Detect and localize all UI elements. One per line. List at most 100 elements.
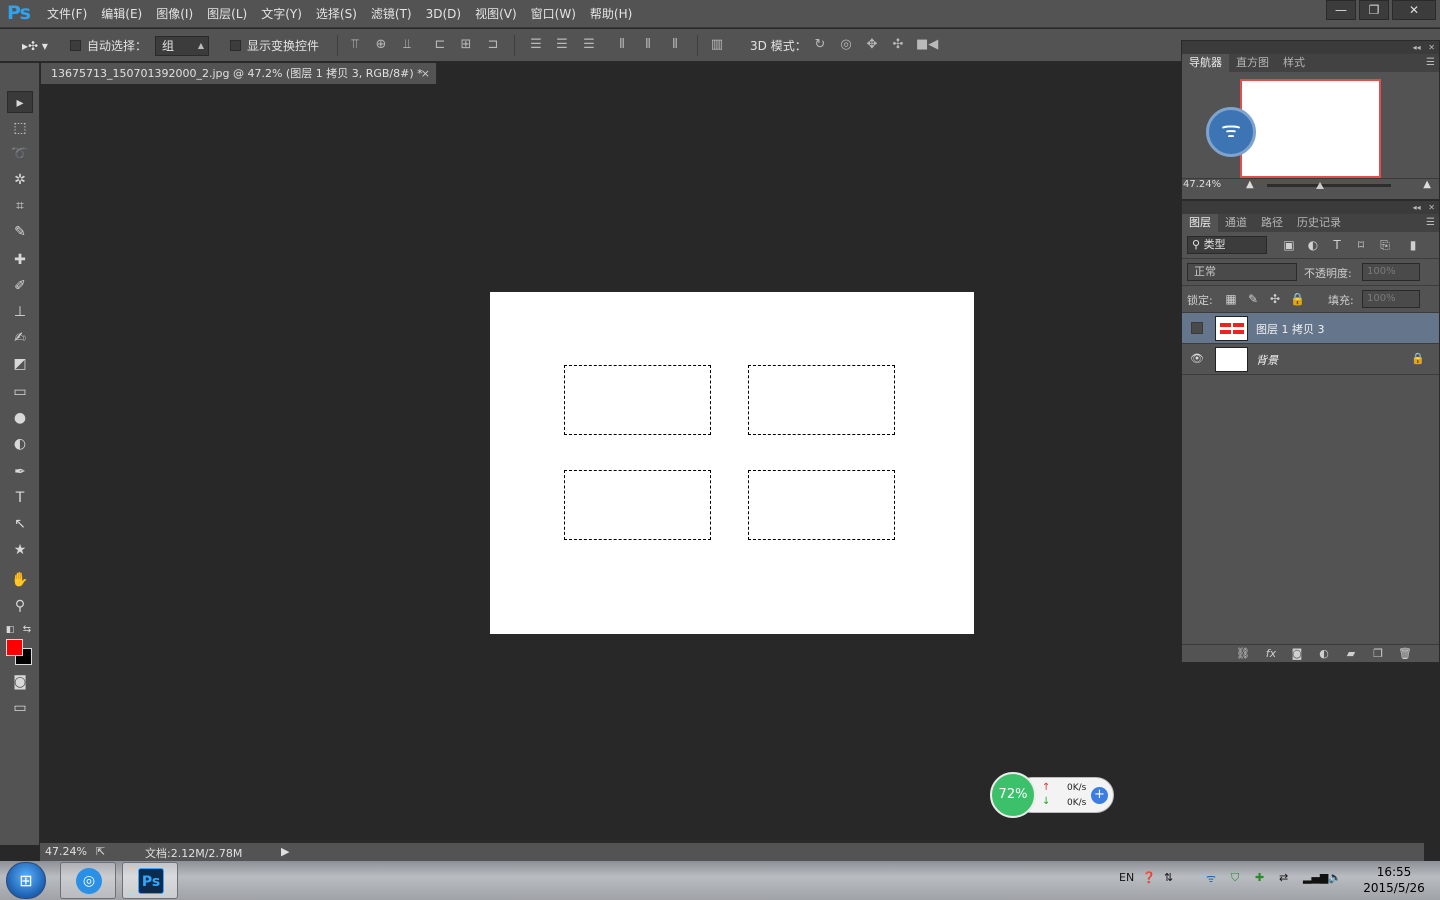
scale-3d-icon[interactable]: ■◀ bbox=[916, 37, 938, 53]
menu-file[interactable]: 文件(F) bbox=[40, 0, 94, 28]
align-right-icon[interactable]: ⊐ bbox=[485, 37, 501, 53]
tray-expand-icon[interactable]: ⇅ bbox=[1164, 871, 1173, 884]
zoom-tool-icon[interactable]: ⚲ bbox=[7, 595, 33, 617]
menu-window[interactable]: 窗口(W) bbox=[524, 0, 583, 28]
tab-channels[interactable]: 通道 bbox=[1218, 214, 1254, 232]
pen-tool-icon[interactable]: ✒ bbox=[7, 461, 33, 483]
network-tray-icon[interactable]: ⇄ bbox=[1279, 871, 1288, 884]
export-icon[interactable]: ⇱ bbox=[96, 845, 105, 858]
distribute-left-icon[interactable]: ⦀ bbox=[614, 37, 630, 53]
menu-filter[interactable]: 滤镜(T) bbox=[364, 0, 419, 28]
default-colors-icon[interactable]: ◧ bbox=[3, 619, 17, 641]
gradient-tool-icon[interactable]: ▭ bbox=[7, 381, 33, 403]
menu-help[interactable]: 帮助(H) bbox=[583, 0, 639, 28]
close-tab-icon[interactable]: × bbox=[421, 63, 430, 84]
minimize-button[interactable]: — bbox=[1326, 0, 1356, 20]
magic-wand-tool-icon[interactable]: ✲ bbox=[7, 169, 33, 191]
filter-adjustment-icon[interactable]: ◐ bbox=[1306, 238, 1320, 252]
layer-row[interactable]: 👁 背景 🔒 bbox=[1182, 344, 1439, 375]
wifi-tray-icon[interactable]: ᯤ bbox=[1206, 871, 1216, 886]
volume-icon[interactable]: 🔈 bbox=[1328, 871, 1342, 884]
healing-brush-tool-icon[interactable]: ✚ bbox=[7, 249, 33, 271]
delete-layer-icon[interactable]: 🗑 bbox=[1398, 647, 1412, 661]
distribute-vcenter-icon[interactable]: ☰ bbox=[554, 37, 570, 53]
navigator-thumbnail[interactable] bbox=[1240, 79, 1381, 178]
language-indicator[interactable]: EN bbox=[1119, 871, 1134, 884]
move-tool-icon[interactable]: ▸ bbox=[7, 91, 33, 113]
status-menu-arrow-icon[interactable]: ▶ bbox=[281, 845, 289, 858]
network-monitor-widget[interactable]: 72% ↑ ↓ 0K/s 0K/s + bbox=[990, 772, 1116, 818]
lasso-tool-icon[interactable]: ➰ bbox=[7, 143, 33, 165]
signal-icon[interactable]: ▂▄▆ bbox=[1303, 871, 1328, 884]
eraser-tool-icon[interactable]: ◩ bbox=[7, 353, 33, 375]
eye-icon[interactable]: 👁 bbox=[1190, 353, 1204, 365]
auto-select-dropdown[interactable]: 组 ▲ bbox=[155, 35, 210, 56]
screen-mode-icon[interactable]: ▭ bbox=[7, 697, 33, 719]
tab-styles[interactable]: 样式 bbox=[1276, 54, 1312, 72]
panel-collapse-bar[interactable]: ◂◂ ✕ bbox=[1182, 201, 1439, 214]
zoom-in-icon[interactable]: ▲ bbox=[1423, 179, 1431, 190]
filter-smart-object-icon[interactable]: ⎘ bbox=[1378, 238, 1392, 252]
distribute-top-icon[interactable]: ☰ bbox=[528, 37, 544, 53]
blur-tool-icon[interactable]: ● bbox=[7, 407, 33, 429]
hand-tool-icon[interactable]: ✋ bbox=[7, 569, 33, 591]
distribute-right-icon[interactable]: ⦀ bbox=[667, 37, 683, 53]
menu-layer[interactable]: 图层(L) bbox=[200, 0, 254, 28]
filter-toggle-icon[interactable]: ▮ bbox=[1406, 238, 1420, 252]
layer-filter-dropdown[interactable]: ⚲ 类型 bbox=[1187, 236, 1267, 254]
brush-tool-icon[interactable]: ✐ bbox=[7, 275, 33, 297]
drag-3d-icon[interactable]: ✥ bbox=[864, 37, 880, 53]
show-transform-option[interactable]: 显示变换控件 bbox=[230, 29, 319, 62]
security-shield-icon[interactable]: ⛉ bbox=[1231, 871, 1239, 885]
show-transform-checkbox[interactable] bbox=[230, 40, 241, 51]
visibility-toggle[interactable] bbox=[1191, 322, 1203, 334]
start-button[interactable]: ⊞ bbox=[6, 862, 46, 899]
restore-button[interactable]: ❐ bbox=[1359, 0, 1389, 20]
menu-type[interactable]: 文字(Y) bbox=[254, 0, 309, 28]
document-canvas[interactable] bbox=[490, 292, 974, 634]
shape-tool-icon[interactable]: ★ bbox=[7, 539, 33, 561]
status-zoom[interactable]: 47.24% bbox=[45, 845, 87, 858]
auto-select-option[interactable]: 自动选择： 组 ▲ bbox=[70, 29, 210, 62]
zoom-out-icon[interactable]: ▲ bbox=[1246, 179, 1254, 190]
add-icon[interactable]: + bbox=[1091, 787, 1108, 804]
new-group-icon[interactable]: ▰ bbox=[1344, 647, 1358, 661]
quick-mask-icon[interactable]: ◙ bbox=[7, 671, 33, 693]
foreground-color-swatch[interactable] bbox=[6, 639, 23, 656]
distribute-bottom-icon[interactable]: ☰ bbox=[581, 37, 597, 53]
path-selection-tool-icon[interactable]: ↖ bbox=[7, 513, 33, 535]
lock-pixels-icon[interactable]: ✎ bbox=[1246, 292, 1260, 306]
layer-name[interactable]: 图层 1 拷贝 3 bbox=[1256, 321, 1325, 337]
memory-percent-ball[interactable]: 72% bbox=[990, 772, 1036, 818]
rotate-3d-icon[interactable]: ↻ bbox=[812, 37, 828, 53]
roll-3d-icon[interactable]: ◎ bbox=[838, 37, 854, 53]
taskbar-app-browser[interactable]: ◎ bbox=[60, 862, 116, 899]
crop-tool-icon[interactable]: ⌗ bbox=[7, 195, 33, 217]
close-button[interactable]: ✕ bbox=[1392, 0, 1436, 20]
dodge-tool-icon[interactable]: ◐ bbox=[7, 433, 33, 455]
adjustment-layer-icon[interactable]: ◐ bbox=[1317, 647, 1331, 661]
zoom-slider[interactable] bbox=[1267, 184, 1391, 187]
fill-input[interactable]: 100% bbox=[1362, 290, 1420, 308]
tab-navigator[interactable]: 导航器 bbox=[1182, 54, 1229, 72]
fx-icon[interactable]: fx bbox=[1264, 647, 1278, 661]
menu-image[interactable]: 图像(I) bbox=[149, 0, 200, 28]
wifi-icon[interactable]: ᯤ bbox=[1206, 107, 1256, 157]
swap-colors-icon[interactable]: ⇆ bbox=[20, 619, 34, 641]
navigator-preview[interactable]: ᯤ bbox=[1182, 72, 1439, 178]
help-icon[interactable]: ❓ bbox=[1142, 871, 1156, 884]
menu-edit[interactable]: 编辑(E) bbox=[94, 0, 149, 28]
link-layers-icon[interactable]: ⛓ bbox=[1236, 647, 1250, 661]
tab-history[interactable]: 历史记录 bbox=[1290, 214, 1348, 232]
align-hcenter-icon[interactable]: ⊞ bbox=[458, 37, 474, 53]
new-layer-icon[interactable]: ❐ bbox=[1371, 647, 1385, 661]
auto-select-checkbox[interactable] bbox=[70, 40, 81, 51]
eyedropper-tool-icon[interactable]: ✎ bbox=[7, 221, 33, 243]
tool-preset-picker[interactable]: ▸✣ ▾ bbox=[22, 29, 48, 62]
align-vcenter-icon[interactable]: ⊕ bbox=[373, 37, 389, 53]
taskbar-clock[interactable]: 16:55 2015/5/26 bbox=[1355, 864, 1433, 896]
lock-transparency-icon[interactable]: ▦ bbox=[1224, 292, 1238, 306]
auto-align-icon[interactable]: ▥ bbox=[709, 37, 725, 53]
filter-shape-icon[interactable]: ⌑ bbox=[1354, 238, 1368, 252]
navigator-zoom[interactable]: 47.24% bbox=[1183, 179, 1221, 190]
